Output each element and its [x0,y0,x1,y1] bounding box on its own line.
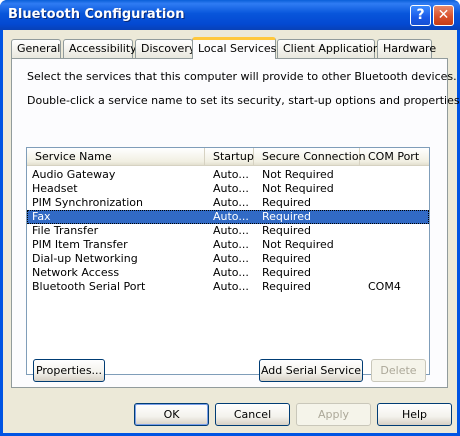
close-icon[interactable]: ✕ [433,5,454,26]
properties-button[interactable]: Properties... [33,359,105,382]
tab-hardware[interactable]: Hardware [377,39,436,58]
dialog-client-area: General Accessibility Discovery Local Se… [3,30,460,433]
service-name-cell: Network Access [32,266,120,279]
startup-cell: Auto... [213,210,249,223]
startup-cell: Auto... [213,224,249,237]
list-item[interactable]: File Transfer Auto... Required [27,224,429,238]
help-button[interactable]: Help [377,403,452,426]
secure-connection-cell: Required [262,252,311,265]
tab-local-services[interactable]: Local Services [192,37,276,59]
startup-cell: Auto... [213,196,249,209]
column-service-name[interactable]: Service Name [27,148,205,166]
service-name-cell: File Transfer [32,224,99,237]
startup-cell: Auto... [213,266,249,279]
secure-connection-cell: Not Required [262,168,334,181]
secure-connection-cell: Not Required [262,182,334,195]
secure-connection-cell: Not Required [262,238,334,251]
list-item[interactable]: PIM Synchronization Auto... Required [27,196,429,210]
tab-general[interactable]: General [11,39,61,58]
service-name-cell: PIM Synchronization [32,196,143,209]
service-name-cell: Bluetooth Serial Port [32,280,146,293]
list-item[interactable]: Dial-up Networking Auto... Required [27,252,429,266]
list-item[interactable]: Headset Auto... Not Required [27,182,429,196]
list-item[interactable]: Audio Gateway Auto... Not Required [27,168,429,182]
add-serial-service-button[interactable]: Add Serial Service [259,359,363,382]
secure-connection-cell: Required [262,196,311,209]
tab-accessibility[interactable]: Accessibility [63,39,137,58]
secure-connection-cell: Required [262,266,311,279]
window-title: Bluetooth Configuration [8,7,185,22]
column-secure-connection[interactable]: Secure Connection [254,148,366,166]
startup-cell: Auto... [213,168,249,181]
service-name-cell: PIM Item Transfer [32,238,128,251]
dialog-window: Bluetooth Configuration ? ✕ General Acce… [0,0,460,436]
help-icon[interactable]: ? [410,5,431,26]
com-port-cell: COM4 [368,280,401,293]
secure-connection-cell: Required [262,224,311,237]
list-item[interactable]: Bluetooth Serial Port Auto... Required COM4 [27,280,429,294]
startup-cell: Auto... [213,182,249,195]
list-item[interactable]: Fax Auto... Required [27,210,429,224]
list-item[interactable]: Network Access Auto... Required [27,266,429,280]
list-header: Service Name Startup Secure Connection C… [27,148,429,166]
service-name-cell: Dial-up Networking [32,252,138,265]
startup-cell: Auto... [213,252,249,265]
secure-connection-cell: Required [262,280,311,293]
service-name-cell: Audio Gateway [32,168,116,181]
title-bar[interactable]: Bluetooth Configuration ? ✕ [0,0,460,30]
description-line-2: Double-click a service name to set its s… [27,94,460,107]
delete-button: Delete [371,359,426,382]
services-list[interactable]: Service Name Startup Secure Connection C… [26,147,430,375]
ok-button[interactable]: OK [134,403,209,426]
list-item[interactable]: PIM Item Transfer Auto... Not Required [27,238,429,252]
description-line-1: Select the services that this computer w… [27,70,457,83]
service-name-cell: Headset [32,182,78,195]
column-com-port[interactable]: COM Port [360,148,429,166]
startup-cell: Auto... [213,280,249,293]
tab-client-applications[interactable]: Client Applications [277,39,386,58]
secure-connection-cell: Required [262,210,311,223]
apply-button: Apply [296,403,371,426]
startup-cell: Auto... [213,238,249,251]
cancel-button[interactable]: Cancel [215,403,290,426]
service-name-cell: Fax [32,210,51,223]
tab-discovery[interactable]: Discovery [135,39,195,58]
column-startup[interactable]: Startup [205,148,254,166]
local-services-panel: Select the services that this computer w… [11,58,460,388]
